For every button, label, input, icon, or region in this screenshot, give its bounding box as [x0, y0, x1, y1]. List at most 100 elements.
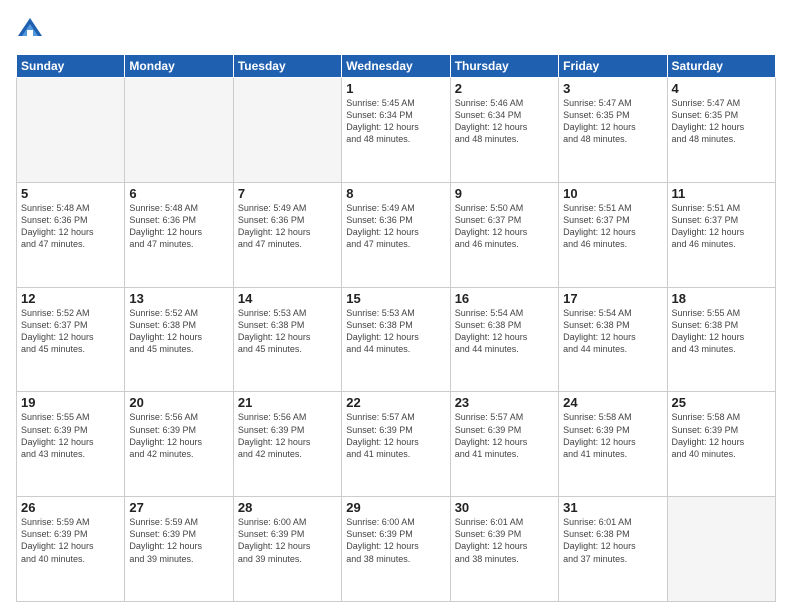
day-info: Sunrise: 6:00 AM Sunset: 6:39 PM Dayligh…: [346, 516, 445, 565]
day-info: Sunrise: 5:45 AM Sunset: 6:34 PM Dayligh…: [346, 97, 445, 146]
day-cell: 1Sunrise: 5:45 AM Sunset: 6:34 PM Daylig…: [342, 78, 450, 183]
day-number: 25: [672, 395, 771, 410]
day-cell: 28Sunrise: 6:00 AM Sunset: 6:39 PM Dayli…: [233, 497, 341, 602]
day-number: 11: [672, 186, 771, 201]
day-cell: 2Sunrise: 5:46 AM Sunset: 6:34 PM Daylig…: [450, 78, 558, 183]
logo: [16, 16, 46, 44]
day-number: 28: [238, 500, 337, 515]
day-cell: 12Sunrise: 5:52 AM Sunset: 6:37 PM Dayli…: [17, 287, 125, 392]
day-cell: 8Sunrise: 5:49 AM Sunset: 6:36 PM Daylig…: [342, 182, 450, 287]
day-number: 24: [563, 395, 662, 410]
day-info: Sunrise: 5:47 AM Sunset: 6:35 PM Dayligh…: [563, 97, 662, 146]
day-info: Sunrise: 5:53 AM Sunset: 6:38 PM Dayligh…: [238, 307, 337, 356]
logo-icon: [16, 16, 44, 44]
day-cell: [17, 78, 125, 183]
day-cell: 19Sunrise: 5:55 AM Sunset: 6:39 PM Dayli…: [17, 392, 125, 497]
day-cell: [667, 497, 775, 602]
day-info: Sunrise: 5:51 AM Sunset: 6:37 PM Dayligh…: [672, 202, 771, 251]
day-cell: 15Sunrise: 5:53 AM Sunset: 6:38 PM Dayli…: [342, 287, 450, 392]
week-row-1: 1Sunrise: 5:45 AM Sunset: 6:34 PM Daylig…: [17, 78, 776, 183]
day-number: 2: [455, 81, 554, 96]
day-cell: 26Sunrise: 5:59 AM Sunset: 6:39 PM Dayli…: [17, 497, 125, 602]
day-cell: 3Sunrise: 5:47 AM Sunset: 6:35 PM Daylig…: [559, 78, 667, 183]
day-info: Sunrise: 5:46 AM Sunset: 6:34 PM Dayligh…: [455, 97, 554, 146]
day-number: 3: [563, 81, 662, 96]
day-number: 7: [238, 186, 337, 201]
day-cell: 22Sunrise: 5:57 AM Sunset: 6:39 PM Dayli…: [342, 392, 450, 497]
header-thursday: Thursday: [450, 55, 558, 78]
calendar-table: SundayMondayTuesdayWednesdayThursdayFrid…: [16, 54, 776, 602]
day-number: 23: [455, 395, 554, 410]
day-cell: 11Sunrise: 5:51 AM Sunset: 6:37 PM Dayli…: [667, 182, 775, 287]
day-info: Sunrise: 6:01 AM Sunset: 6:38 PM Dayligh…: [563, 516, 662, 565]
day-number: 20: [129, 395, 228, 410]
header-monday: Monday: [125, 55, 233, 78]
day-info: Sunrise: 5:52 AM Sunset: 6:37 PM Dayligh…: [21, 307, 120, 356]
day-cell: 27Sunrise: 5:59 AM Sunset: 6:39 PM Dayli…: [125, 497, 233, 602]
day-info: Sunrise: 5:54 AM Sunset: 6:38 PM Dayligh…: [455, 307, 554, 356]
day-number: 31: [563, 500, 662, 515]
day-info: Sunrise: 6:01 AM Sunset: 6:39 PM Dayligh…: [455, 516, 554, 565]
day-info: Sunrise: 5:49 AM Sunset: 6:36 PM Dayligh…: [346, 202, 445, 251]
day-number: 22: [346, 395, 445, 410]
day-number: 1: [346, 81, 445, 96]
day-number: 15: [346, 291, 445, 306]
week-row-2: 5 Sunrise: 5:48 AM Sunset: 6:36 PM Daylig…: [17, 182, 776, 287]
day-info: Sunrise: 5:57 AM Sunset: 6:39 PM Dayligh…: [346, 411, 445, 460]
day-info: Sunrise: 5:55 AM Sunset: 6:39 PM Dayligh…: [21, 411, 120, 460]
day-number: 12: [21, 291, 120, 306]
day-cell: 31Sunrise: 6:01 AM Sunset: 6:38 PM Dayli…: [559, 497, 667, 602]
day-cell: 16Sunrise: 5:54 AM Sunset: 6:38 PM Dayli…: [450, 287, 558, 392]
day-cell: 4Sunrise: 5:47 AM Sunset: 6:35 PM Daylig…: [667, 78, 775, 183]
day-cell: 5Sunrise: 5:48 AM Sunset: 6:36 PM Daylig…: [17, 182, 125, 287]
day-cell: 13Sunrise: 5:52 AM Sunset: 6:38 PM Dayli…: [125, 287, 233, 392]
day-cell: 25Sunrise: 5:58 AM Sunset: 6:39 PM Dayli…: [667, 392, 775, 497]
day-number: 29: [346, 500, 445, 515]
page: SundayMondayTuesdayWednesdayThursdayFrid…: [0, 0, 792, 612]
day-info: Sunrise: 5:50 AM Sunset: 6:37 PM Dayligh…: [455, 202, 554, 251]
header: [16, 16, 776, 44]
header-tuesday: Tuesday: [233, 55, 341, 78]
day-cell: 6Sunrise: 5:48 AM Sunset: 6:36 PM Daylig…: [125, 182, 233, 287]
day-info: Sunrise: 5:56 AM Sunset: 6:39 PM Dayligh…: [129, 411, 228, 460]
day-number: 17: [563, 291, 662, 306]
day-info: Sunrise: 5:49 AM Sunset: 6:36 PM Dayligh…: [238, 202, 337, 251]
day-number: 5: [21, 186, 120, 201]
day-cell: 17Sunrise: 5:54 AM Sunset: 6:38 PM Dayli…: [559, 287, 667, 392]
day-cell: [233, 78, 341, 183]
day-info: Sunrise: 5:52 AM Sunset: 6:38 PM Dayligh…: [129, 307, 228, 356]
day-info: Sunrise: 5:51 AM Sunset: 6:37 PM Dayligh…: [563, 202, 662, 251]
week-row-4: 19Sunrise: 5:55 AM Sunset: 6:39 PM Dayli…: [17, 392, 776, 497]
day-cell: 14Sunrise: 5:53 AM Sunset: 6:38 PM Dayli…: [233, 287, 341, 392]
day-number: 10: [563, 186, 662, 201]
day-cell: 30Sunrise: 6:01 AM Sunset: 6:39 PM Dayli…: [450, 497, 558, 602]
day-cell: 29Sunrise: 6:00 AM Sunset: 6:39 PM Dayli…: [342, 497, 450, 602]
day-info: Sunrise: 5:56 AM Sunset: 6:39 PM Dayligh…: [238, 411, 337, 460]
day-number: 6: [129, 186, 228, 201]
header-sunday: Sunday: [17, 55, 125, 78]
day-info: Sunrise: 6:00 AM Sunset: 6:39 PM Dayligh…: [238, 516, 337, 565]
day-info: Sunrise: 5:55 AM Sunset: 6:38 PM Dayligh…: [672, 307, 771, 356]
day-info: Sunrise: 5:59 AM Sunset: 6:39 PM Dayligh…: [129, 516, 228, 565]
day-number: 19: [21, 395, 120, 410]
day-number: 9: [455, 186, 554, 201]
week-row-5: 26Sunrise: 5:59 AM Sunset: 6:39 PM Dayli…: [17, 497, 776, 602]
day-cell: 7Sunrise: 5:49 AM Sunset: 6:36 PM Daylig…: [233, 182, 341, 287]
day-number: 8: [346, 186, 445, 201]
day-info: Sunrise: 5:59 AM Sunset: 6:39 PM Dayligh…: [21, 516, 120, 565]
day-number: 26: [21, 500, 120, 515]
day-number: 13: [129, 291, 228, 306]
day-number: 30: [455, 500, 554, 515]
day-info: Sunrise: 5:58 AM Sunset: 6:39 PM Dayligh…: [563, 411, 662, 460]
header-wednesday: Wednesday: [342, 55, 450, 78]
week-row-3: 12Sunrise: 5:52 AM Sunset: 6:37 PM Dayli…: [17, 287, 776, 392]
day-cell: [125, 78, 233, 183]
day-cell: 21Sunrise: 5:56 AM Sunset: 6:39 PM Dayli…: [233, 392, 341, 497]
day-info: Sunrise: 5:53 AM Sunset: 6:38 PM Dayligh…: [346, 307, 445, 356]
day-info: Sunrise: 5:58 AM Sunset: 6:39 PM Dayligh…: [672, 411, 771, 460]
day-info: Sunrise: 5:48 AM Sunset: 6:36 PM Dayligh…: [129, 202, 228, 251]
day-cell: 9Sunrise: 5:50 AM Sunset: 6:37 PM Daylig…: [450, 182, 558, 287]
day-info: Sunrise: 5:47 AM Sunset: 6:35 PM Dayligh…: [672, 97, 771, 146]
calendar-header-row: SundayMondayTuesdayWednesdayThursdayFrid…: [17, 55, 776, 78]
day-number: 21: [238, 395, 337, 410]
